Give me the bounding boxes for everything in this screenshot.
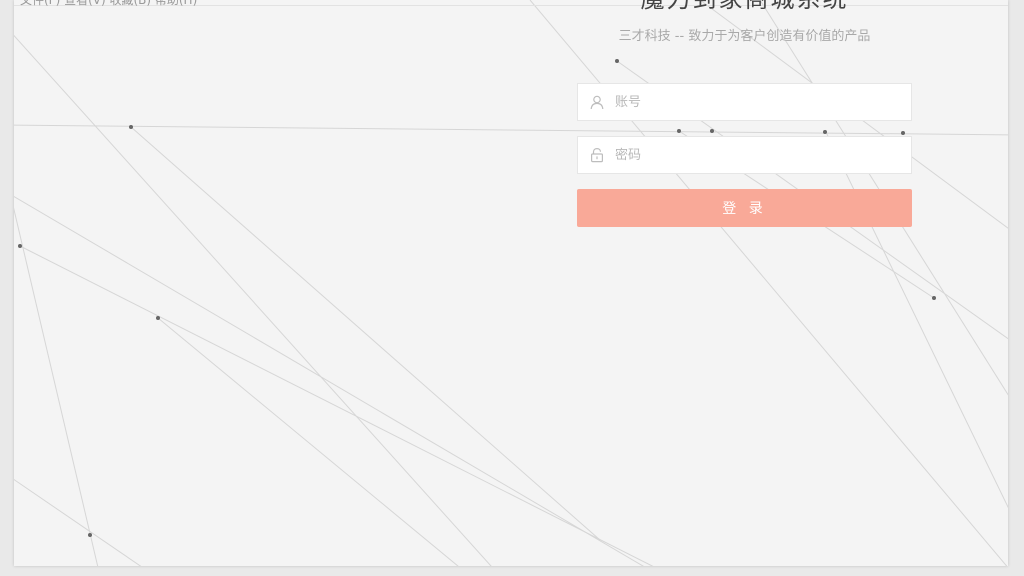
- lock-icon: [589, 147, 605, 163]
- login-button[interactable]: 登 录: [577, 189, 912, 227]
- menu-bar-text[interactable]: 文件(F) 查看(V) 收藏(B) 帮助(H): [20, 0, 197, 8]
- account-input[interactable]: [615, 84, 895, 120]
- account-field[interactable]: [577, 83, 912, 121]
- login-page: 文件(F) 查看(V) 收藏(B) 帮助(H) 魔力到家商城系统 三才科技 --…: [14, 0, 1008, 566]
- password-input[interactable]: [615, 137, 895, 173]
- user-icon: [589, 94, 605, 110]
- app-subtitle: 三才科技 -- 致力于为客户创造有价值的产品: [618, 29, 871, 44]
- password-field[interactable]: [577, 136, 912, 174]
- app-title: 魔力到家商城系统: [577, 0, 912, 13]
